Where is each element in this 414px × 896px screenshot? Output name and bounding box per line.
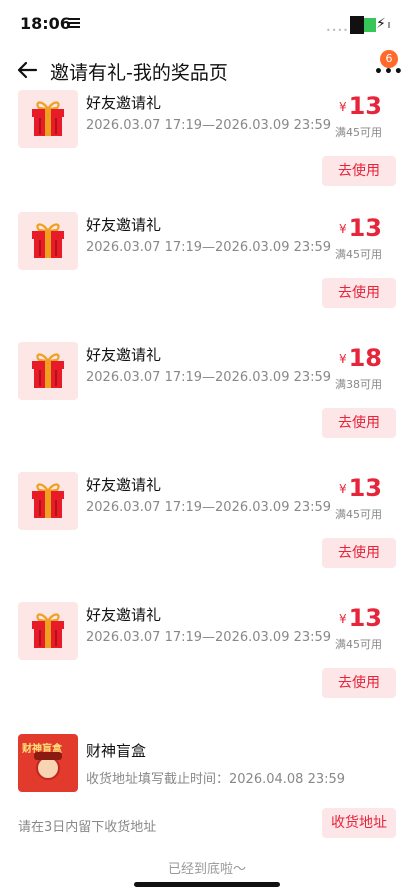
coupon-condition: 满45可用	[335, 126, 382, 139]
coupon-card: 好友邀请礼 2026.03.07 17:19—2026.03.09 23:59 …	[0, 90, 414, 220]
coupon-condition: 满45可用	[335, 248, 382, 261]
coupon-card: 好友邀请礼 2026.03.07 17:19—2026.03.09 23:59 …	[0, 602, 414, 732]
coupon-amount: ¥13	[322, 604, 382, 632]
coupon-card: 好友邀请礼 2026.03.07 17:19—2026.03.09 23:59 …	[0, 472, 414, 602]
arrow-left-icon	[17, 61, 38, 79]
gift-thumb	[18, 212, 78, 270]
coupon-title: 好友邀请礼	[86, 606, 162, 624]
coupon-validity: 2026.03.07 17:19—2026.03.09 23:59	[86, 240, 332, 255]
battery-icon: ⚡	[350, 16, 390, 34]
coupon-condition: 满45可用	[335, 508, 382, 521]
more-button[interactable]: ••• 6	[372, 50, 403, 84]
gift-icon	[32, 101, 64, 136]
coupon-title: 好友邀请礼	[86, 94, 162, 112]
shipping-address-button[interactable]: 收货地址	[322, 808, 396, 838]
currency-symbol: ¥	[338, 482, 347, 496]
coupon-condition: 满45可用	[335, 638, 382, 651]
use-coupon-button[interactable]: 去使用	[322, 156, 396, 186]
end-of-list-text: 已经到底啦～	[167, 862, 246, 877]
coupon-validity: 2026.03.07 17:19—2026.03.09 23:59	[86, 630, 332, 645]
use-coupon-button[interactable]: 去使用	[322, 278, 396, 308]
blindbox-title: 财神盲盒	[86, 742, 147, 760]
more-icon: •••	[374, 64, 404, 80]
gift-thumb	[18, 602, 78, 660]
currency-symbol: ¥	[338, 612, 347, 626]
status-bar: 18:06 •••• ⚡	[0, 0, 414, 50]
amount-value: 13	[348, 214, 382, 242]
currency-symbol: ¥	[338, 100, 347, 114]
coupon-card: 好友邀请礼 2026.03.07 17:19—2026.03.09 23:59 …	[0, 212, 414, 342]
gift-icon	[32, 483, 64, 518]
coupon-amount: ¥18	[322, 344, 382, 372]
currency-symbol: ¥	[338, 352, 347, 366]
hat-icon	[34, 752, 62, 760]
page-title: 邀请有礼-我的奖品页	[50, 62, 228, 84]
coupon-title: 好友邀请礼	[86, 216, 162, 234]
currency-symbol: ¥	[338, 222, 347, 236]
gift-icon	[32, 613, 64, 648]
coupon-title: 好友邀请礼	[86, 346, 162, 364]
gift-icon	[32, 353, 64, 388]
coupon-validity: 2026.03.07 17:19—2026.03.09 23:59	[86, 500, 332, 515]
amount-value: 13	[348, 92, 382, 120]
home-indicator[interactable]	[134, 882, 280, 887]
coupon-validity: 2026.03.07 17:19—2026.03.09 23:59	[86, 370, 332, 385]
signal-icon: ••••	[326, 26, 349, 35]
amount-value: 13	[348, 604, 382, 632]
coupon-title: 好友邀请礼	[86, 476, 162, 494]
blindbox-card: 财神盲盒 财神盲盒 收货地址填写截止时间：2026.04.08 23:59 请在…	[0, 734, 414, 844]
blindbox-thumb: 财神盲盒	[18, 734, 78, 792]
coupon-validity: 2026.03.07 17:19—2026.03.09 23:59	[86, 118, 332, 133]
notification-badge: 6	[380, 50, 398, 68]
status-time: 18:06	[20, 14, 71, 33]
coupon-amount: ¥13	[322, 474, 382, 502]
use-coupon-button[interactable]: 去使用	[322, 668, 396, 698]
coupon-amount: ¥13	[322, 92, 382, 120]
gift-icon	[32, 223, 64, 258]
nav-bar: 邀请有礼-我的奖品页 ••• 6	[0, 50, 414, 90]
use-coupon-button[interactable]: 去使用	[322, 538, 396, 568]
coupon-condition: 满38可用	[335, 378, 382, 391]
back-button[interactable]	[14, 56, 42, 84]
use-coupon-button[interactable]: 去使用	[322, 408, 396, 438]
address-hint: 请在3日内留下收货地址	[18, 820, 157, 835]
gift-thumb	[18, 342, 78, 400]
amount-value: 13	[348, 474, 382, 502]
coupon-card: 好友邀请礼 2026.03.07 17:19—2026.03.09 23:59 …	[0, 342, 414, 472]
gift-thumb	[18, 90, 78, 148]
gift-thumb	[18, 472, 78, 530]
address-deadline: 收货地址填写截止时间：2026.04.08 23:59	[86, 772, 346, 787]
amount-value: 18	[348, 344, 382, 372]
list-icon	[68, 18, 80, 28]
coupon-amount: ¥13	[322, 214, 382, 242]
